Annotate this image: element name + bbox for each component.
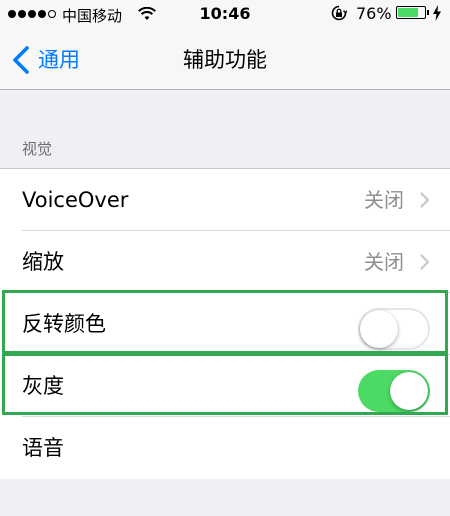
row-value: 关闭 [364,250,404,274]
list-item-invert-colors: 反转颜色 [0,293,450,355]
battery-fill [398,8,418,17]
row-label: 缩放 [22,250,64,274]
list-item-grayscale: 灰度 [0,355,450,417]
charging-bolt-icon [433,5,441,21]
battery-percentage: 76% [356,4,392,23]
section-header: 视觉 [22,140,53,158]
chevron-right-icon [420,192,430,208]
list-item-voiceover[interactable]: VoiceOver 关闭 [0,169,450,231]
row-value: 关闭 [364,188,404,212]
settings-list: VoiceOver 关闭 缩放 关闭 反转颜色 灰度 语音 [0,168,450,479]
battery-tip [427,10,429,15]
row-label: VoiceOver [22,188,129,212]
status-bar: 中国移动 10:46 76% [0,0,450,30]
navigation-bar: 通用 辅助功能 [0,30,450,90]
toggle-knob [360,310,398,348]
list-item-speech[interactable]: 语音 [0,417,450,479]
chevron-right-icon [420,254,430,270]
battery-icon [396,6,426,19]
row-label: 语音 [22,436,64,460]
toggle-knob [390,372,428,410]
row-label: 反转颜色 [22,312,106,336]
grayscale-toggle[interactable] [358,370,430,412]
row-label: 灰度 [22,374,64,398]
invert-colors-toggle[interactable] [358,308,430,350]
rotation-lock-icon [331,5,347,21]
list-item-zoom[interactable]: 缩放 关闭 [0,231,450,293]
page-title: 辅助功能 [183,48,267,72]
